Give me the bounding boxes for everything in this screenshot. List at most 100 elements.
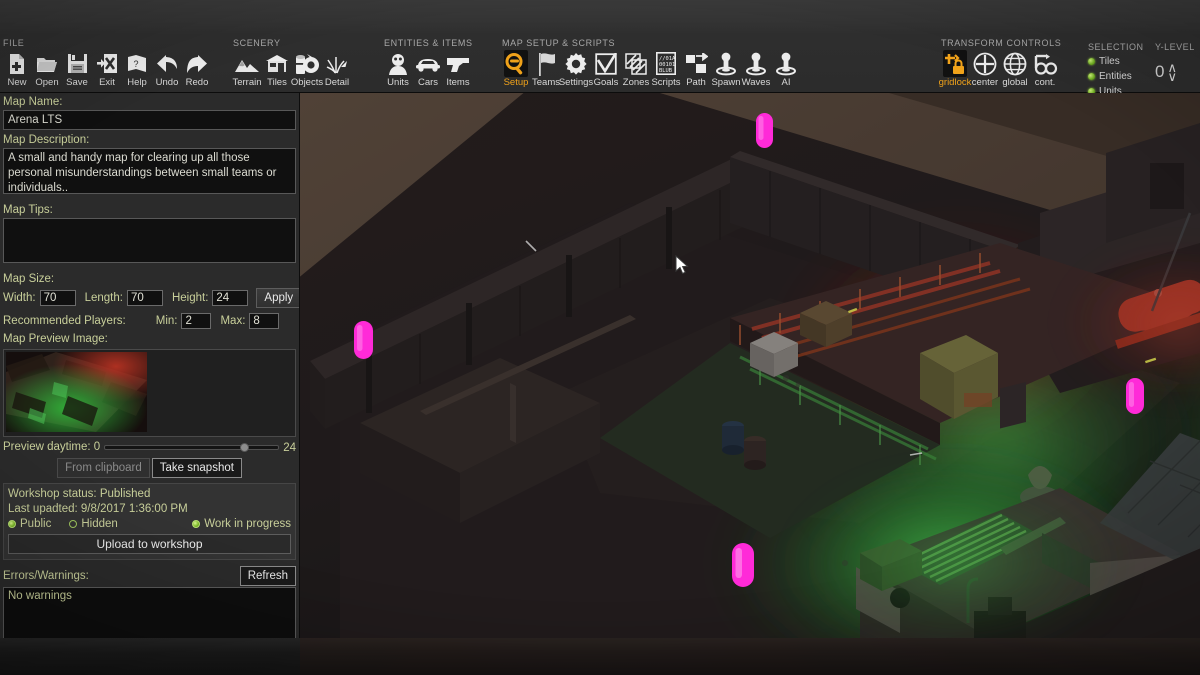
pistol-icon bbox=[445, 50, 471, 77]
ai-figure-icon bbox=[774, 50, 798, 77]
map-setup-panel: Map Name: Map Description: Map Tips: Map… bbox=[0, 93, 300, 638]
height-label: Height: bbox=[171, 291, 209, 304]
errors-content[interactable]: No warnings bbox=[3, 587, 296, 638]
map-tips-label: Map Tips: bbox=[3, 204, 53, 216]
toolbar-group-file: FILE New Open Save Exit ? Help Undo Redo bbox=[2, 38, 212, 89]
map-size-label: Map Size: bbox=[3, 273, 55, 285]
selection-toggle-tiles[interactable]: Tiles bbox=[1088, 56, 1144, 67]
map-preview-thumbnail[interactable] bbox=[6, 352, 147, 432]
radio-label: Work in progress bbox=[204, 518, 291, 530]
map-name-input[interactable] bbox=[3, 110, 296, 130]
toolbar-item-settings[interactable]: Settings bbox=[559, 50, 593, 89]
radio-label: Hidden bbox=[81, 518, 118, 530]
selection-toggle-entities[interactable]: Entities bbox=[1088, 71, 1144, 82]
toolbar-group-title: MAP SETUP & SCRIPTS bbox=[502, 38, 616, 48]
barrel-tire-icon bbox=[294, 50, 320, 77]
toolbar-item-redo[interactable]: Redo bbox=[182, 50, 212, 89]
map-size-row: Width: Length: Height: Apply bbox=[3, 288, 299, 308]
upload-to-workshop-button[interactable]: Upload to workshop bbox=[8, 534, 291, 554]
toolbar-item-global[interactable]: global bbox=[1000, 50, 1030, 89]
toolbar-item-spawn[interactable]: Spawn bbox=[711, 50, 741, 89]
isometric-level-scene bbox=[300, 93, 1200, 638]
open-folder-icon bbox=[36, 50, 59, 77]
height-input[interactable] bbox=[212, 290, 249, 306]
toolbar-item-setup[interactable]: Setup bbox=[501, 50, 531, 89]
toolbar-item-scripts[interactable]: //01A 00101 BLUB Scripts bbox=[651, 50, 681, 89]
toolbar-group-title: ENTITIES & ITEMS bbox=[384, 38, 473, 48]
toolbar-item-ai[interactable]: AI bbox=[771, 50, 801, 89]
workshop-box: Workshop status: Published Last upadted:… bbox=[3, 483, 296, 560]
max-label: Max: bbox=[220, 314, 246, 327]
toolbar-item-label: cont. bbox=[1034, 77, 1056, 88]
refresh-button[interactable]: Refresh bbox=[239, 566, 296, 586]
toolbar-item-label: Tiles bbox=[267, 77, 287, 88]
toolbar-item-label: Zones bbox=[622, 77, 650, 88]
toolbar-item-save[interactable]: Save bbox=[62, 50, 92, 89]
radio-work-in-progress[interactable]: Work in progress bbox=[192, 518, 291, 530]
waves-figure-icon bbox=[744, 50, 768, 77]
toolbar-item-label: Units bbox=[387, 77, 409, 88]
toolbar-item-goals[interactable]: Goals bbox=[591, 50, 621, 89]
map-viewport[interactable] bbox=[300, 93, 1200, 638]
toolbar-item-waves[interactable]: Waves bbox=[741, 50, 771, 89]
map-description-input[interactable] bbox=[3, 148, 296, 194]
toolbar-item-cars[interactable]: Cars bbox=[413, 50, 443, 89]
toolbar-item-detail[interactable]: Detail bbox=[322, 50, 352, 89]
toolbar-item-zones[interactable]: Zones bbox=[621, 50, 651, 89]
toolbar-item-units[interactable]: Units bbox=[383, 50, 413, 89]
min-players-input[interactable] bbox=[181, 313, 212, 329]
grass-tuft-icon bbox=[325, 50, 349, 77]
radio-dot-icon bbox=[69, 520, 78, 528]
bottom-letterbox bbox=[0, 638, 1200, 675]
toolbar-item-label: center bbox=[971, 77, 999, 88]
y-level-value: 0 bbox=[1155, 62, 1165, 81]
take-snapshot-button[interactable]: Take snapshot bbox=[151, 458, 242, 478]
workshop-status-text: Workshop status: Published bbox=[8, 488, 151, 500]
toolbar-item-cont[interactable]: cont. bbox=[1030, 50, 1060, 89]
min-label: Min: bbox=[155, 314, 178, 327]
radio-public[interactable]: Public bbox=[8, 518, 51, 530]
length-input[interactable] bbox=[126, 290, 163, 306]
toolbar-item-items[interactable]: Items bbox=[443, 50, 473, 89]
selection-group-title: SELECTION bbox=[1088, 42, 1144, 52]
toolbar-item-objects[interactable]: Objects bbox=[290, 50, 324, 89]
width-input[interactable] bbox=[39, 290, 76, 306]
gear-icon bbox=[564, 50, 588, 77]
checkbox-tick-icon bbox=[595, 50, 617, 77]
toolbar-item-label: Exit bbox=[99, 77, 115, 88]
toolbar-item-teams[interactable]: Teams bbox=[531, 50, 561, 89]
map-tips-input[interactable] bbox=[3, 218, 296, 263]
toolbar-item-gridlock[interactable]: gridlock bbox=[939, 50, 971, 89]
map-editor-window: FILE New Open Save Exit ? Help Undo Redo… bbox=[0, 0, 1200, 675]
spawn-figure-icon bbox=[714, 50, 738, 77]
selection-label: Entities bbox=[1099, 71, 1132, 82]
slider-handle[interactable] bbox=[240, 443, 250, 452]
new-document-icon bbox=[7, 50, 27, 77]
from-clipboard-button[interactable]: From clipboard bbox=[57, 458, 150, 478]
toolbar-item-label: Scripts bbox=[651, 77, 681, 88]
toolbar-item-open[interactable]: Open bbox=[32, 50, 62, 89]
toolbar-item-help[interactable]: ? Help bbox=[122, 50, 152, 89]
max-players-input[interactable] bbox=[249, 313, 280, 329]
toolbar-item-label: Objects bbox=[290, 77, 324, 88]
toolbar-item-terrain[interactable]: Terrain bbox=[232, 50, 262, 89]
toolbar-item-label: Detail bbox=[324, 77, 350, 88]
chevron-down-icon[interactable]: ∨ bbox=[1167, 70, 1177, 83]
y-level-title: Y-LEVEL bbox=[1155, 42, 1195, 52]
apply-button[interactable]: Apply bbox=[256, 288, 299, 308]
preview-daytime-slider[interactable] bbox=[104, 443, 280, 452]
toolbar-item-undo[interactable]: Undo bbox=[152, 50, 182, 89]
toolbar-item-tiles[interactable]: Tiles bbox=[262, 50, 292, 89]
status-dot-icon bbox=[1088, 73, 1095, 80]
map-preview-image-label: Map Preview Image: bbox=[3, 333, 108, 345]
toolbar-item-new[interactable]: New bbox=[2, 50, 32, 89]
hatched-squares-icon bbox=[625, 50, 647, 77]
preview-daytime-label: Preview daytime: 0 bbox=[3, 441, 101, 453]
radio-hidden[interactable]: Hidden bbox=[69, 518, 118, 530]
toolbar-item-exit[interactable]: Exit bbox=[92, 50, 122, 89]
exit-door-icon bbox=[96, 50, 119, 77]
toolbar-item-label: Redo bbox=[185, 77, 209, 88]
toolbar-item-center[interactable]: center bbox=[970, 50, 1000, 89]
toolbar-item-path[interactable]: Path bbox=[681, 50, 711, 89]
globe-grid-icon bbox=[1003, 50, 1027, 77]
